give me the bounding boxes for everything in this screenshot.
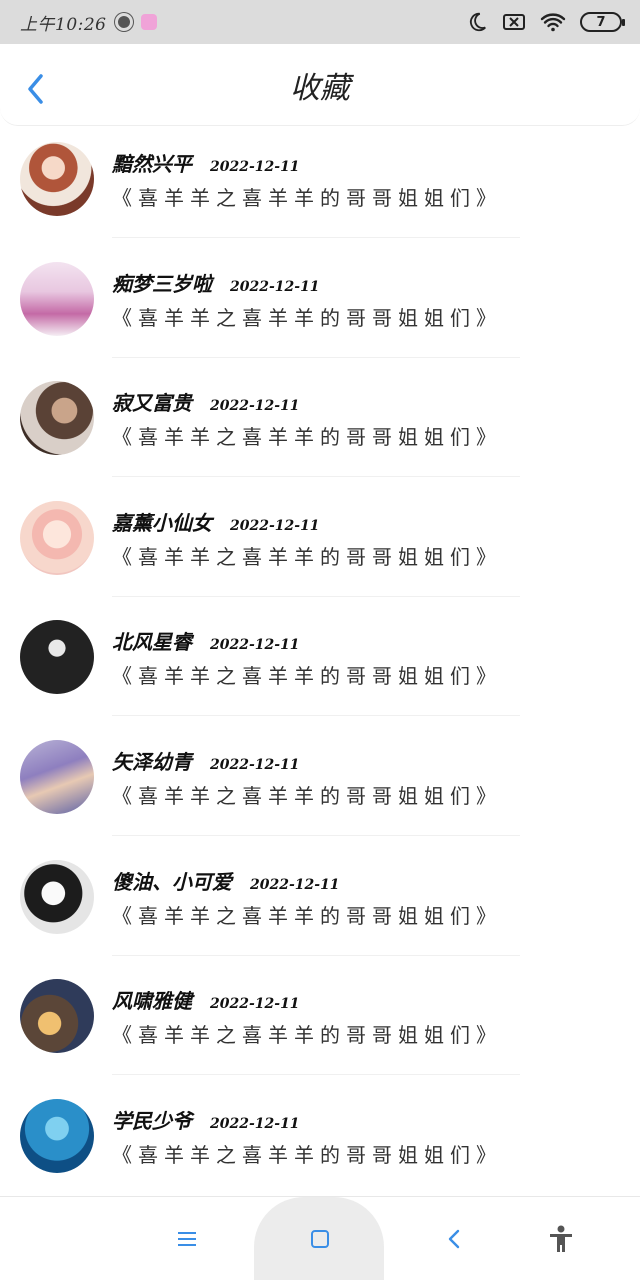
wifi-icon — [540, 13, 566, 32]
list-item[interactable]: 学民少爷 2022-12-11 《喜羊羊之喜羊羊的哥哥姐姐们》 — [0, 1083, 640, 1196]
list-item[interactable]: 嘉薰小仙女 2022-12-11 《喜羊羊之喜羊羊的哥哥姐姐们》 — [0, 485, 640, 605]
item-date: 2022-12-11 — [210, 637, 300, 654]
avatar — [20, 381, 94, 456]
avatar — [20, 859, 94, 934]
nav-back-button[interactable] — [440, 1197, 468, 1280]
user-name: 黯然兴平 — [112, 152, 192, 176]
system-nav-bar — [0, 1196, 640, 1280]
chevron-left-icon — [28, 74, 43, 104]
chevron-left-icon — [448, 1229, 460, 1249]
moon-icon — [469, 12, 486, 32]
battery-level: 7 — [596, 14, 606, 30]
accessibility-button[interactable] — [544, 1197, 578, 1280]
item-title: 《喜羊羊之喜羊羊的哥哥姐姐们》 — [112, 544, 502, 569]
user-name: 风啸雅健 — [112, 989, 192, 1014]
user-name: 矢泽幼青 — [112, 749, 192, 774]
notification-icon — [114, 13, 133, 31]
favorites-list: 黯然兴平 2022-12-11 《喜羊羊之喜羊羊的哥哥姐姐们》 痴梦三岁啦 20… — [0, 126, 640, 1196]
item-title: 《喜羊羊之喜羊羊的哥哥姐姐们》 — [112, 305, 502, 330]
divider — [112, 595, 520, 597]
list-item[interactable]: 痴梦三岁啦 2022-12-11 《喜羊羊之喜羊羊的哥哥姐姐们》 — [0, 246, 640, 366]
avatar — [20, 620, 94, 695]
avatar — [20, 500, 94, 575]
no-sim-icon — [503, 14, 525, 30]
status-bar: 上午10:26 7 — [0, 0, 640, 44]
item-title: 《喜羊羊之喜羊羊的哥哥姐姐们》 — [112, 664, 502, 689]
item-date: 2022-12-11 — [230, 278, 320, 295]
avatar — [20, 739, 94, 814]
battery-icon: 7 — [580, 12, 625, 32]
list-item[interactable]: 矢泽幼青 2022-12-11 《喜羊羊之喜羊羊的哥哥姐姐们》 — [0, 724, 640, 844]
list-item[interactable]: 黯然兴平 2022-12-11 《喜羊羊之喜羊羊的哥哥姐姐们》 — [0, 126, 640, 246]
menu-icon — [178, 1232, 196, 1246]
user-name: 寂又富贵 — [112, 391, 192, 416]
page-title: 收藏 — [290, 70, 350, 106]
divider — [112, 1074, 520, 1076]
home-button[interactable] — [302, 1197, 338, 1280]
item-title: 《喜羊羊之喜羊羊的哥哥姐姐们》 — [112, 186, 502, 210]
square-icon — [311, 1230, 329, 1248]
item-date: 2022-12-11 — [210, 159, 300, 175]
divider — [112, 356, 520, 358]
list-item[interactable]: 北风星睿 2022-12-11 《喜羊羊之喜羊羊的哥哥姐姐们》 — [0, 604, 640, 724]
item-title: 《喜羊羊之喜羊羊的哥哥姐姐们》 — [112, 1142, 502, 1167]
item-title: 《喜羊羊之喜羊羊的哥哥姐姐们》 — [112, 783, 502, 808]
avatar — [20, 1098, 94, 1173]
item-date: 2022-12-11 — [210, 398, 300, 415]
list-item[interactable]: 傻油、小可爱 2022-12-11 《喜羊羊之喜羊羊的哥哥姐姐们》 — [0, 844, 640, 964]
divider — [112, 237, 520, 238]
page-header: 收藏 — [0, 44, 640, 126]
accessibility-icon — [550, 1225, 572, 1252]
item-date: 2022-12-11 — [250, 876, 340, 893]
avatar — [20, 261, 94, 336]
status-left: 上午10:26 — [20, 10, 157, 35]
item-title: 《喜羊羊之喜羊羊的哥哥姐姐们》 — [112, 903, 502, 928]
user-name: 痴梦三岁啦 — [112, 271, 212, 296]
item-date: 2022-12-11 — [230, 517, 320, 534]
divider — [112, 954, 520, 956]
menu-button[interactable] — [170, 1197, 204, 1280]
item-title: 《喜羊羊之喜羊羊的哥哥姐姐们》 — [112, 1023, 502, 1048]
avatar — [20, 979, 94, 1054]
item-date: 2022-12-11 — [210, 1115, 300, 1132]
item-date: 2022-12-11 — [210, 756, 300, 773]
user-name: 嘉薰小仙女 — [112, 510, 212, 535]
item-title: 《喜羊羊之喜羊羊的哥哥姐姐们》 — [112, 425, 502, 450]
user-name: 学民少爷 — [112, 1108, 192, 1133]
user-name: 北风星睿 — [112, 630, 192, 655]
item-date: 2022-12-11 — [210, 996, 300, 1013]
user-name: 傻油、小可爱 — [112, 869, 232, 894]
status-time: 上午10:26 — [20, 14, 107, 35]
divider — [112, 715, 520, 717]
divider — [112, 834, 520, 836]
avatar — [20, 142, 94, 216]
status-right: 7 — [466, 11, 625, 33]
app-notification-icon — [140, 14, 157, 30]
back-button[interactable] — [22, 72, 48, 106]
divider — [112, 476, 520, 478]
list-item[interactable]: 寂又富贵 2022-12-11 《喜羊羊之喜羊羊的哥哥姐姐们》 — [0, 365, 640, 485]
list-item[interactable]: 风啸雅健 2022-12-11 《喜羊羊之喜羊羊的哥哥姐姐们》 — [0, 963, 640, 1083]
